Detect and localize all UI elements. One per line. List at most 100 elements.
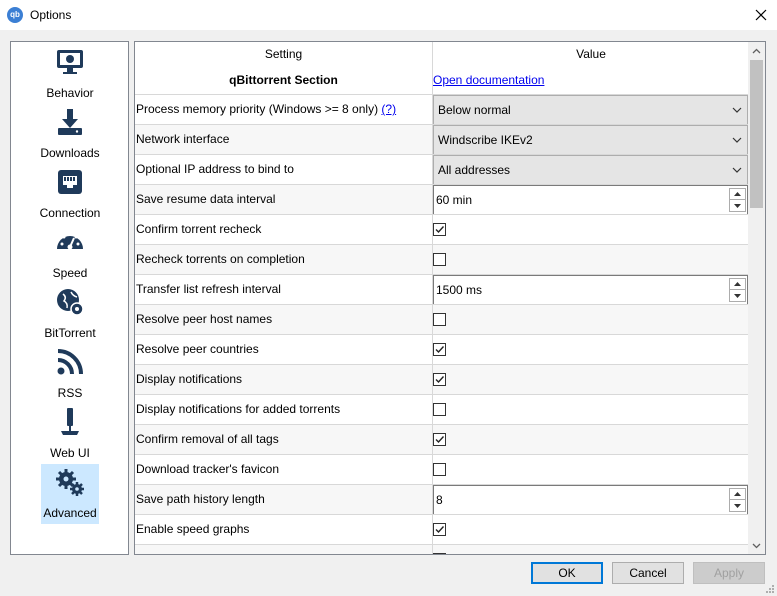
speed-graphs-checkbox[interactable] (433, 523, 446, 536)
row-checkbox[interactable] (433, 553, 446, 554)
chevron-down-icon (732, 167, 742, 173)
setting-label: Resolve peer countries (135, 335, 433, 364)
table-row: Confirm removal of all tags (135, 424, 749, 454)
table-row: Display notifications for added torrents (135, 394, 749, 424)
recheck-completion-checkbox[interactable] (433, 253, 446, 266)
sidebar-item-bittorrent[interactable]: BitTorrent (41, 284, 99, 344)
spin-down-button[interactable] (730, 290, 745, 301)
table-row: Recheck torrents on completion (135, 244, 749, 274)
checkmark-icon (435, 436, 445, 444)
globe-gear-icon (57, 289, 84, 316)
vertical-scrollbar[interactable] (748, 42, 765, 554)
table-row (135, 544, 749, 554)
advanced-settings-table: Setting qBittorrent Section Value Open d… (134, 41, 766, 555)
table-row: Download tracker's favicon (135, 454, 749, 484)
qbittorrent-app-icon: qb (7, 7, 23, 23)
window-title: Options (30, 8, 72, 22)
setting-label: Download tracker's favicon (135, 455, 433, 484)
combo-value: Windscribe IKEv2 (438, 133, 533, 147)
confirm-remove-tags-checkbox[interactable] (433, 433, 446, 446)
resize-grip-icon[interactable] (765, 584, 775, 594)
sidebar-item-speed[interactable]: Speed (41, 224, 99, 284)
setting-label: Optional IP address to bind to (135, 155, 433, 184)
rss-icon (57, 349, 83, 375)
setting-label: Recheck torrents on completion (135, 245, 433, 274)
sidebar-item-label: Behavior (46, 86, 94, 100)
resolve-countries-checkbox[interactable] (433, 343, 446, 356)
arrow-down-icon (734, 203, 741, 208)
resume-interval-spinbox[interactable]: 60 min (433, 185, 748, 215)
scroll-thumb[interactable] (750, 60, 763, 208)
sidebar-item-connection[interactable]: Connection (40, 164, 100, 224)
network-interface-combo[interactable]: Windscribe IKEv2 (433, 125, 748, 155)
ok-button[interactable]: OK (531, 562, 603, 584)
chevron-up-icon (752, 48, 761, 53)
setting-label: Confirm removal of all tags (135, 425, 433, 454)
spin-up-button[interactable] (730, 279, 745, 290)
setting-label: Save resume data interval (135, 185, 433, 214)
arrow-up-icon (734, 492, 741, 496)
resolve-hostnames-checkbox[interactable] (433, 313, 446, 326)
sidebar-item-web-ui[interactable]: Web UI (41, 404, 99, 464)
setting-label: Confirm torrent recheck (135, 215, 433, 244)
spinbox-value: 60 min (436, 193, 473, 207)
speedometer-icon (57, 232, 83, 250)
setting-label: Transfer list refresh interval (135, 275, 433, 304)
spin-down-button[interactable] (730, 200, 745, 211)
close-icon (755, 9, 767, 21)
table-row: Display notifications (135, 364, 749, 394)
table-row: Resolve peer countries (135, 334, 749, 364)
bind-ip-combo[interactable]: All addresses (433, 155, 748, 185)
path-history-spinbox[interactable]: 8 (433, 485, 748, 515)
setting-label: Save path history length (135, 485, 433, 514)
value-header-label: Value (576, 47, 606, 61)
sidebar-item-advanced[interactable]: Advanced (41, 464, 99, 524)
setting-cell: Process memory priority (Windows >= 8 on… (135, 95, 433, 124)
setting-column-header: Setting qBittorrent Section (135, 42, 433, 102)
setting-cell (135, 545, 433, 554)
sidebar-item-rss[interactable]: RSS (41, 344, 99, 404)
open-documentation-link[interactable]: Open documentation (433, 73, 544, 87)
sidebar-item-behavior[interactable]: Behavior (41, 44, 99, 104)
sidebar-item-label: Connection (39, 206, 101, 220)
setting-header-label: Setting (264, 47, 303, 61)
checkmark-icon (435, 226, 445, 234)
sidebar-item-downloads[interactable]: Downloads (40, 104, 100, 164)
apply-button[interactable]: Apply (693, 562, 765, 584)
monitor-icon (57, 50, 83, 74)
close-button[interactable] (745, 0, 777, 30)
section-title: qBittorrent Section (229, 73, 338, 87)
table-row: Enable speed graphs (135, 514, 749, 544)
plug-icon (61, 408, 79, 435)
cancel-button[interactable]: Cancel (612, 562, 684, 584)
table-row: Process memory priority (Windows >= 8 on… (135, 94, 749, 125)
display-notifications-checkbox[interactable] (433, 373, 446, 386)
spin-up-button[interactable] (730, 189, 745, 200)
memory-priority-combo[interactable]: Below normal (433, 95, 748, 125)
help-link[interactable]: (?) (381, 102, 396, 116)
table-row: Network interface Windscribe IKEv2 (135, 124, 749, 155)
spin-down-button[interactable] (730, 500, 745, 511)
sidebar-item-label: RSS (57, 386, 83, 400)
combo-value: All addresses (438, 163, 511, 177)
table-row: Save path history length 8 (135, 484, 749, 515)
confirm-recheck-checkbox[interactable] (433, 223, 446, 236)
scroll-down-button[interactable] (748, 537, 765, 554)
checkmark-icon (435, 376, 445, 384)
tracker-favicon-checkbox[interactable] (433, 463, 446, 476)
refresh-interval-spinbox[interactable]: 1500 ms (433, 275, 748, 305)
combo-value: Below normal (438, 103, 511, 117)
setting-label: Enable speed graphs (135, 515, 433, 544)
value-column-header: Value Open documentation (433, 42, 749, 102)
sidebar-item-label: Web UI (50, 446, 90, 460)
scroll-up-button[interactable] (748, 42, 765, 59)
table-row: Save resume data interval 60 min (135, 184, 749, 215)
table-row: Optional IP address to bind to All addre… (135, 154, 749, 185)
network-icon (58, 170, 82, 194)
chevron-down-icon (752, 543, 761, 548)
arrow-down-icon (734, 293, 741, 298)
spin-up-button[interactable] (730, 489, 745, 500)
options-sidebar: Behavior Downloads Connection Speed BitT… (10, 41, 129, 555)
table-row: Transfer list refresh interval 1500 ms (135, 274, 749, 305)
added-torrent-notifications-checkbox[interactable] (433, 403, 446, 416)
